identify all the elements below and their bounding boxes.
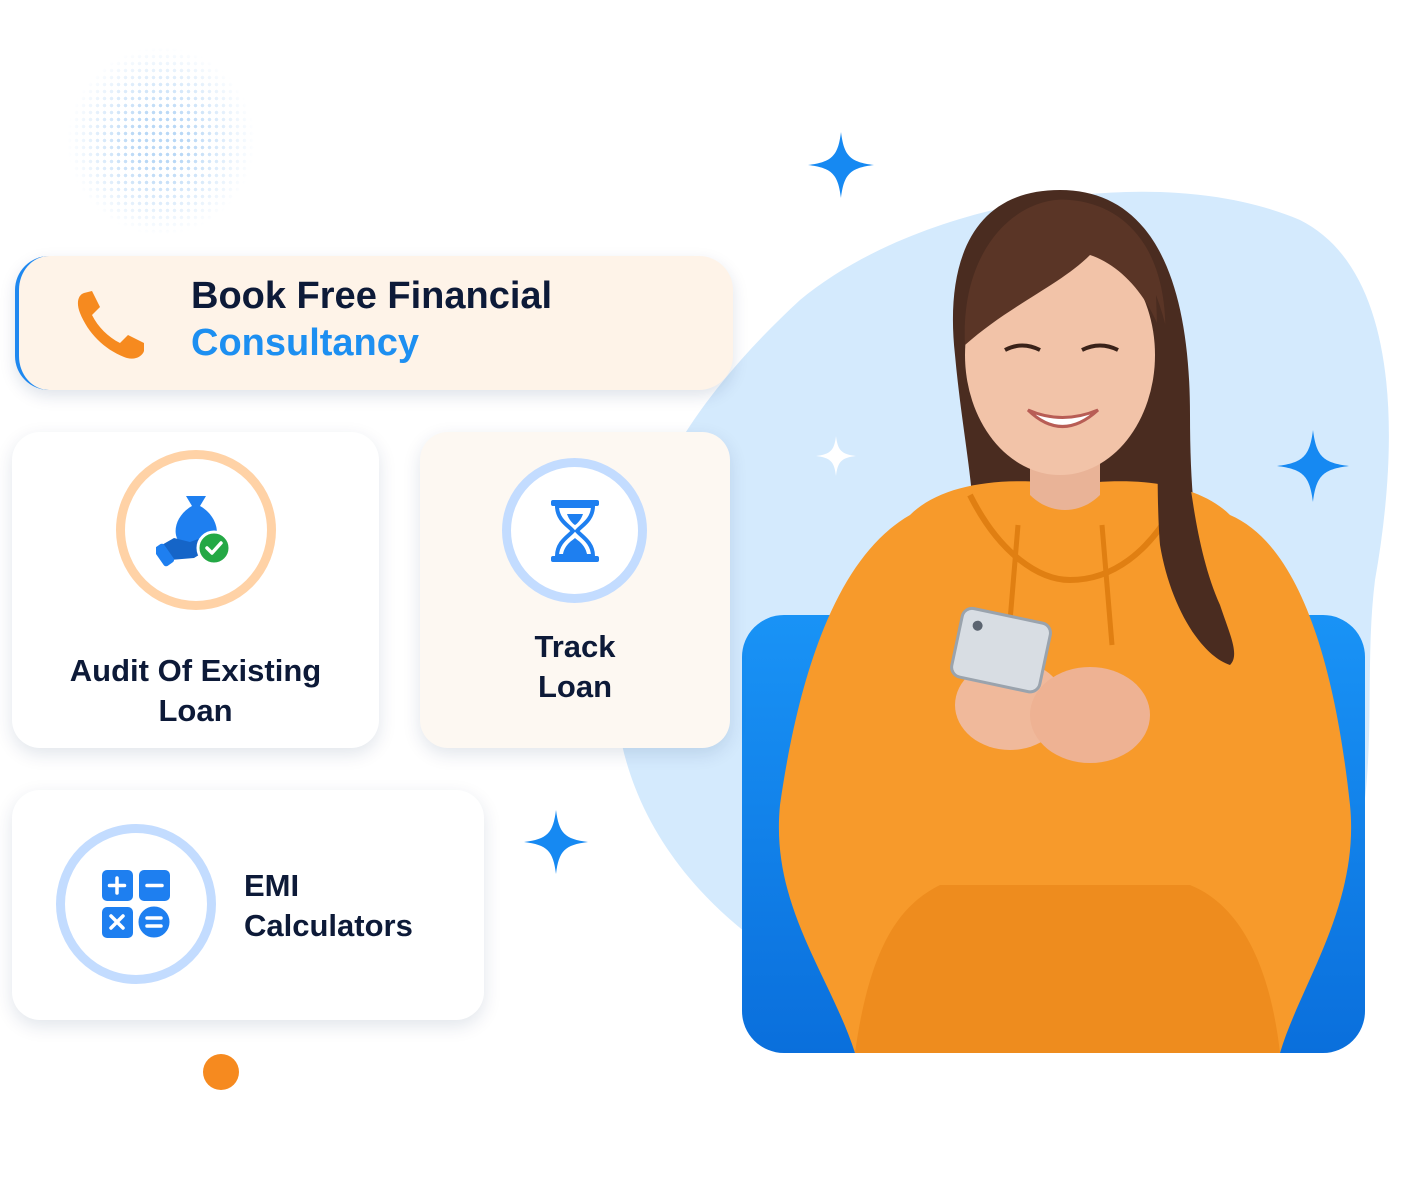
money-bag-check-icon <box>156 496 232 567</box>
cta-subtitle: Consultancy <box>191 322 420 364</box>
track-label-line1: Track <box>534 629 616 664</box>
sparkle-icon <box>816 436 856 476</box>
sparkle-icon <box>808 132 874 198</box>
phone-icon <box>77 291 144 359</box>
audit-label-line2: Loan <box>158 693 233 728</box>
audit-icon-ring <box>116 450 276 610</box>
sparkle-icon <box>1277 430 1349 502</box>
emi-label-line1: EMI <box>244 868 300 903</box>
audit-card-label: Audit Of Existing Loan <box>12 651 379 731</box>
emi-label-line2: Calculators <box>244 908 413 943</box>
track-card-label: Track Loan <box>420 627 730 707</box>
audit-label-line1: Audit Of Existing <box>69 653 322 688</box>
sparkle-icon <box>524 810 588 874</box>
emi-card-label: EMI Calculators <box>244 866 413 946</box>
emi-icon-ring <box>56 824 216 984</box>
track-label-line2: Loan <box>537 669 613 704</box>
woman-with-phone-illustration <box>778 190 1352 1053</box>
track-icon-ring <box>502 458 647 603</box>
cta-title: Book Free Financial <box>191 275 553 317</box>
orange-dot-decoration <box>203 1054 239 1090</box>
calculator-icon <box>102 870 172 940</box>
hourglass-icon <box>550 499 599 562</box>
halftone-decoration <box>66 46 256 236</box>
